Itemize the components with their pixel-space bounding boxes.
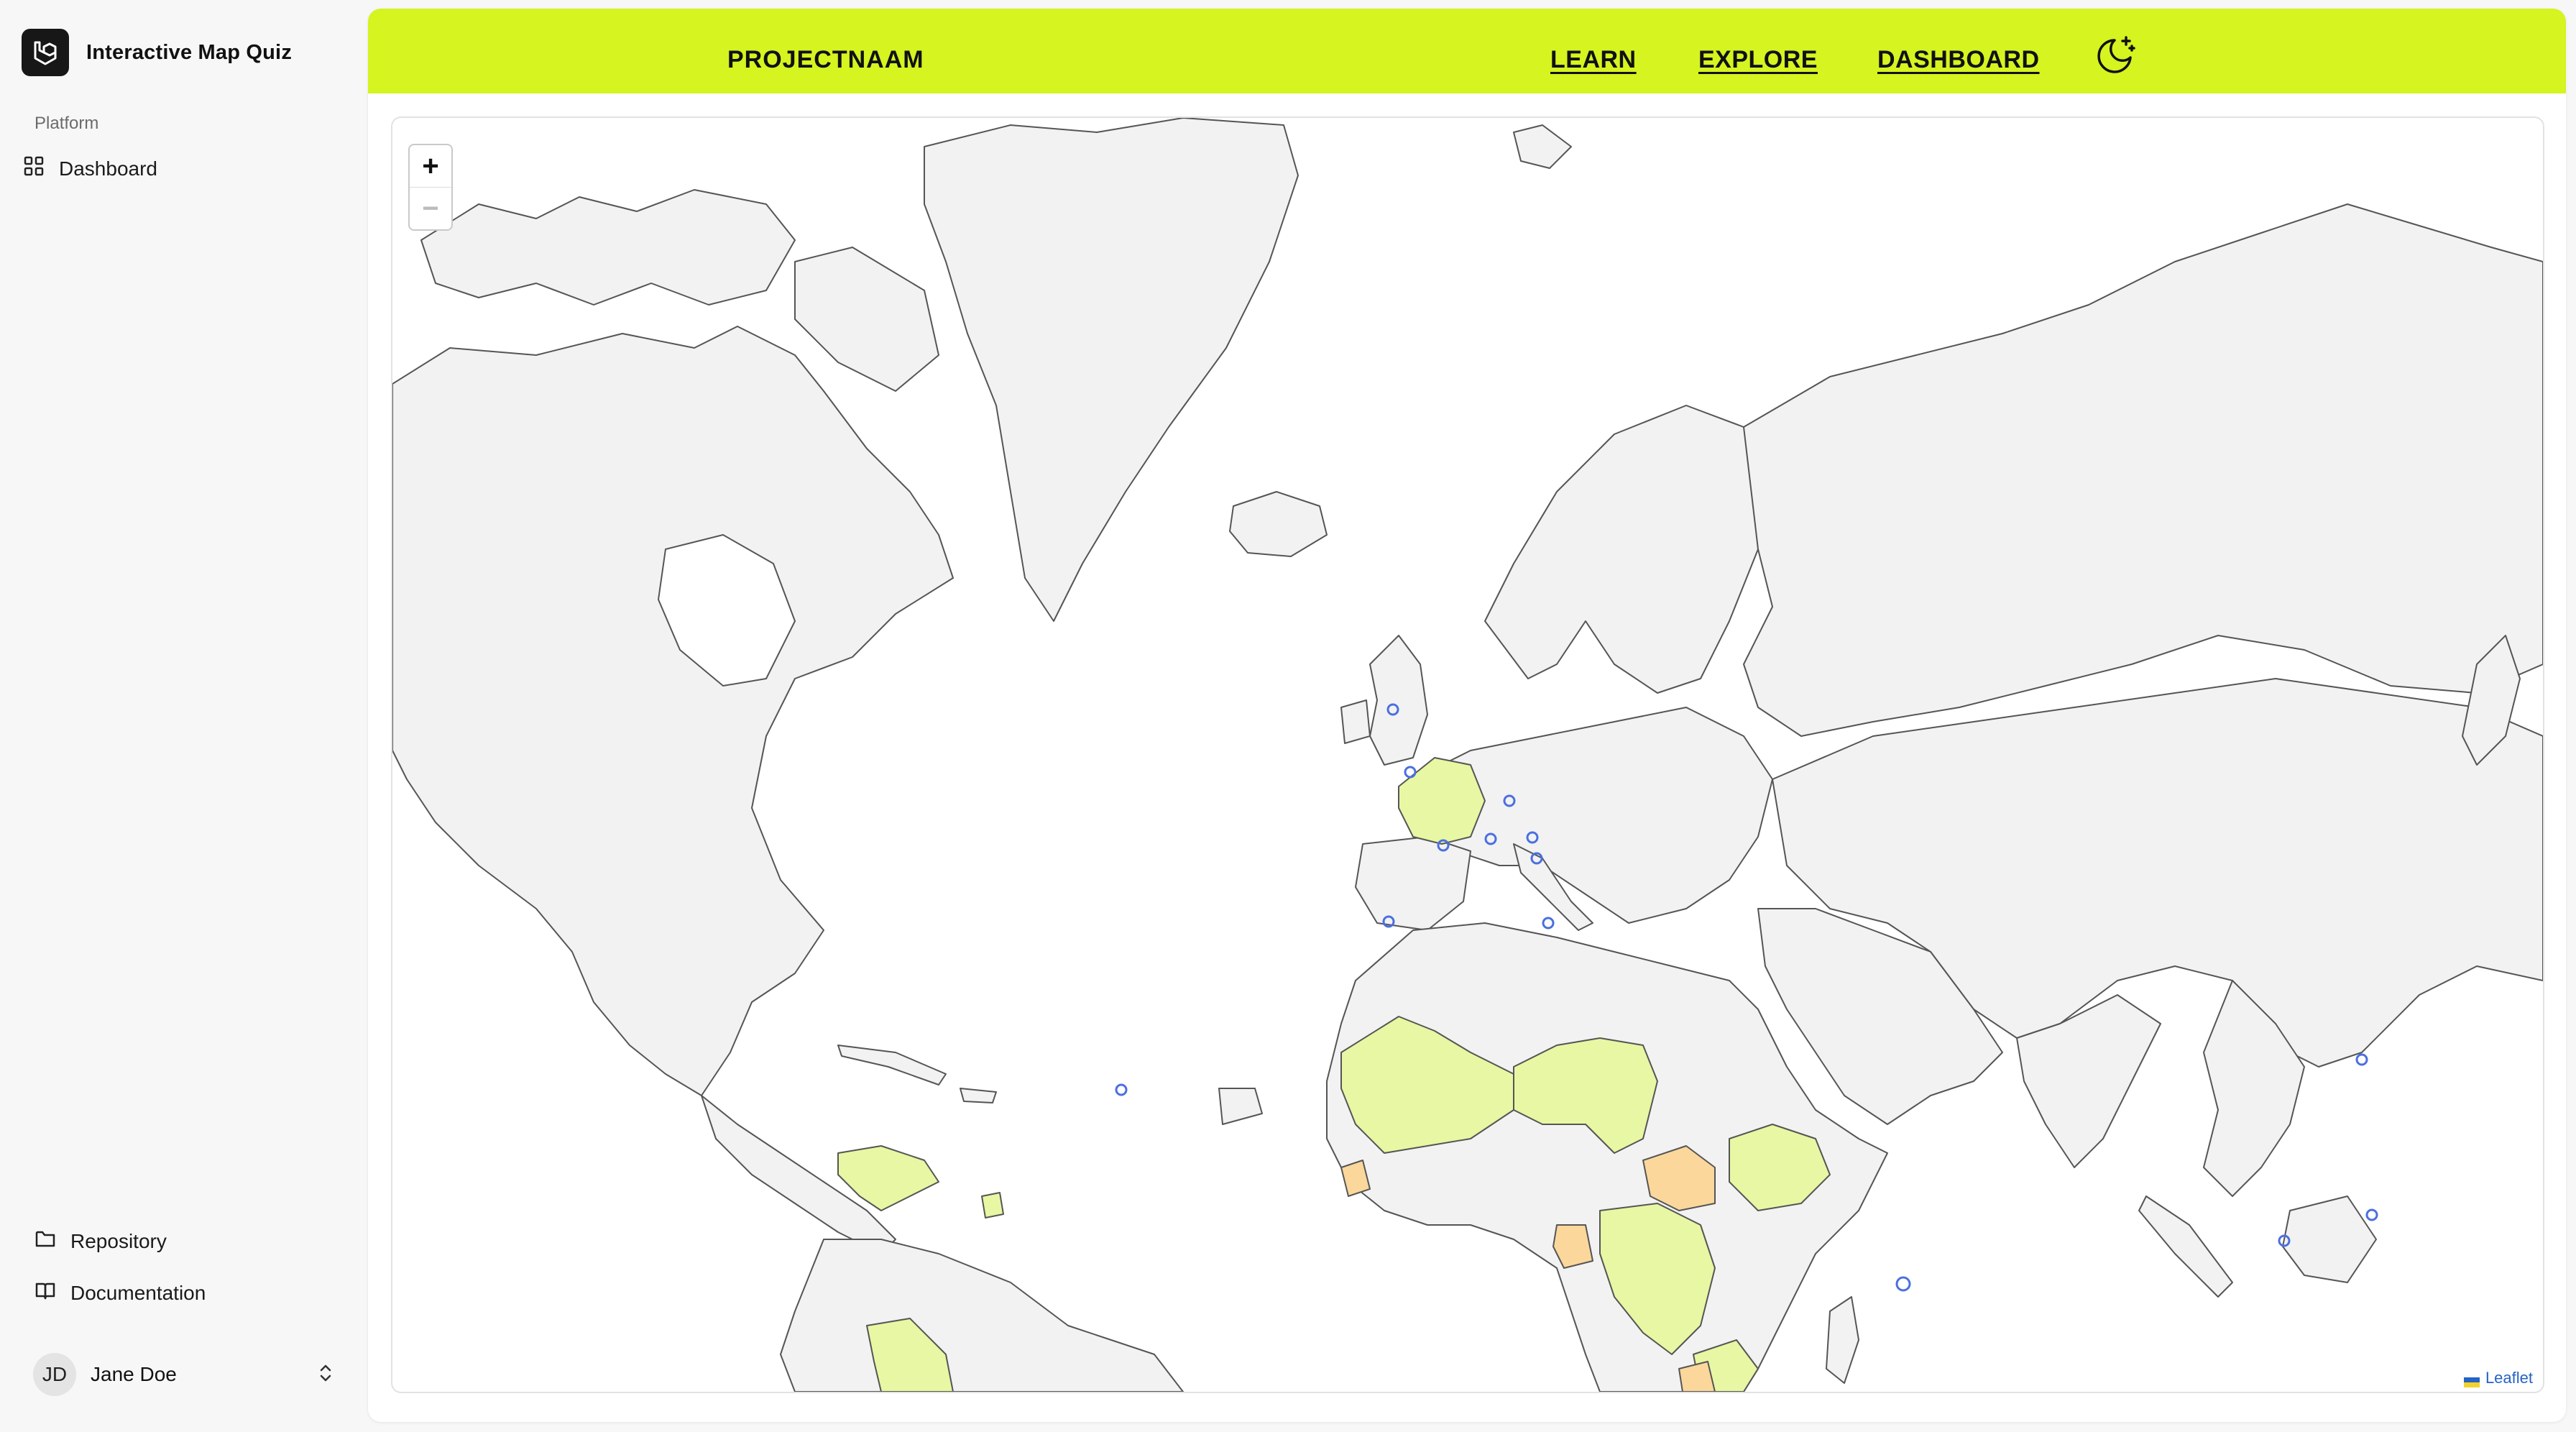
svalbard-region <box>1513 124 1572 169</box>
sidebar-group-label: Platform <box>34 114 99 133</box>
russia-region <box>1743 203 2543 737</box>
map-marker <box>1895 1276 1911 1292</box>
sumatra-region <box>2138 1195 2233 1298</box>
cuba-region <box>837 1045 947 1086</box>
sidebar-item-documentation[interactable]: Documentation <box>34 1280 206 1306</box>
iberia-region <box>1355 836 1471 931</box>
chevron-up-down-icon <box>316 1362 335 1387</box>
cape-verde-region <box>1218 1088 1263 1125</box>
guyana-highlight <box>981 1192 1004 1218</box>
sidebar: Interactive Map Quiz Platform Dashboard … <box>0 0 368 1432</box>
north-america-region <box>392 326 954 1096</box>
map-marker <box>1115 1083 1128 1096</box>
map-attribution[interactable]: Leaflet <box>2459 1367 2537 1389</box>
hispaniola-region <box>960 1088 997 1103</box>
scandinavia-region <box>1484 405 1773 694</box>
map-marker <box>2365 1208 2378 1221</box>
sidebar-item-label: Repository <box>70 1229 167 1252</box>
uk-region <box>1369 635 1428 766</box>
main-content: PROJECTNAAM LEARN EXPLORE DASHBOARD + − … <box>368 9 2566 1422</box>
arctic-islands-region <box>420 189 796 306</box>
folder-icon <box>34 1228 56 1254</box>
map-marker <box>2355 1053 2368 1066</box>
baffin-island-region <box>794 247 939 392</box>
app-title: Interactive Map Quiz <box>86 40 293 64</box>
iceland-region <box>1229 491 1328 557</box>
user-menu[interactable]: JD Jane Doe <box>33 1353 335 1396</box>
attribution-link[interactable]: Leaflet <box>2485 1369 2533 1387</box>
zoom-control: + − <box>408 144 453 231</box>
project-name: PROJECTNAAM <box>727 46 924 73</box>
brand[interactable]: Interactive Map Quiz <box>22 29 292 76</box>
user-name: Jane Doe <box>91 1363 177 1385</box>
world-map[interactable]: + − Leaflet <box>391 116 2544 1393</box>
south-america-region <box>780 1239 1184 1392</box>
map-marker <box>1542 917 1555 930</box>
zoom-out-button[interactable]: − <box>410 188 451 229</box>
sidebar-item-label: Dashboard <box>59 157 157 180</box>
avatar: JD <box>33 1353 76 1396</box>
grid-icon <box>23 155 45 182</box>
sidebar-item-dashboard[interactable]: Dashboard <box>23 155 157 182</box>
book-icon <box>34 1280 56 1306</box>
sidebar-item-repository[interactable]: Repository <box>34 1228 167 1254</box>
borneo-region <box>2282 1195 2377 1283</box>
madagascar-region <box>1826 1296 1859 1384</box>
moon-sparkle-icon[interactable] <box>2093 33 2138 81</box>
zoom-in-button[interactable]: + <box>410 145 451 188</box>
ukraine-flag-icon <box>2463 1373 2480 1387</box>
top-bar: PROJECTNAAM LEARN EXPLORE DASHBOARD <box>368 9 2566 93</box>
france-highlight <box>1398 757 1486 845</box>
map-canvas[interactable] <box>392 118 2543 1392</box>
map-marker <box>1404 766 1417 779</box>
nav-dashboard-link[interactable]: DASHBOARD <box>1877 46 2040 74</box>
app-logo-icon <box>22 29 69 76</box>
nav-explore-link[interactable]: EXPLORE <box>1698 46 1818 74</box>
sidebar-item-label: Documentation <box>70 1281 206 1304</box>
nav-learn-link[interactable]: LEARN <box>1550 46 1637 74</box>
ireland-region <box>1340 699 1371 744</box>
